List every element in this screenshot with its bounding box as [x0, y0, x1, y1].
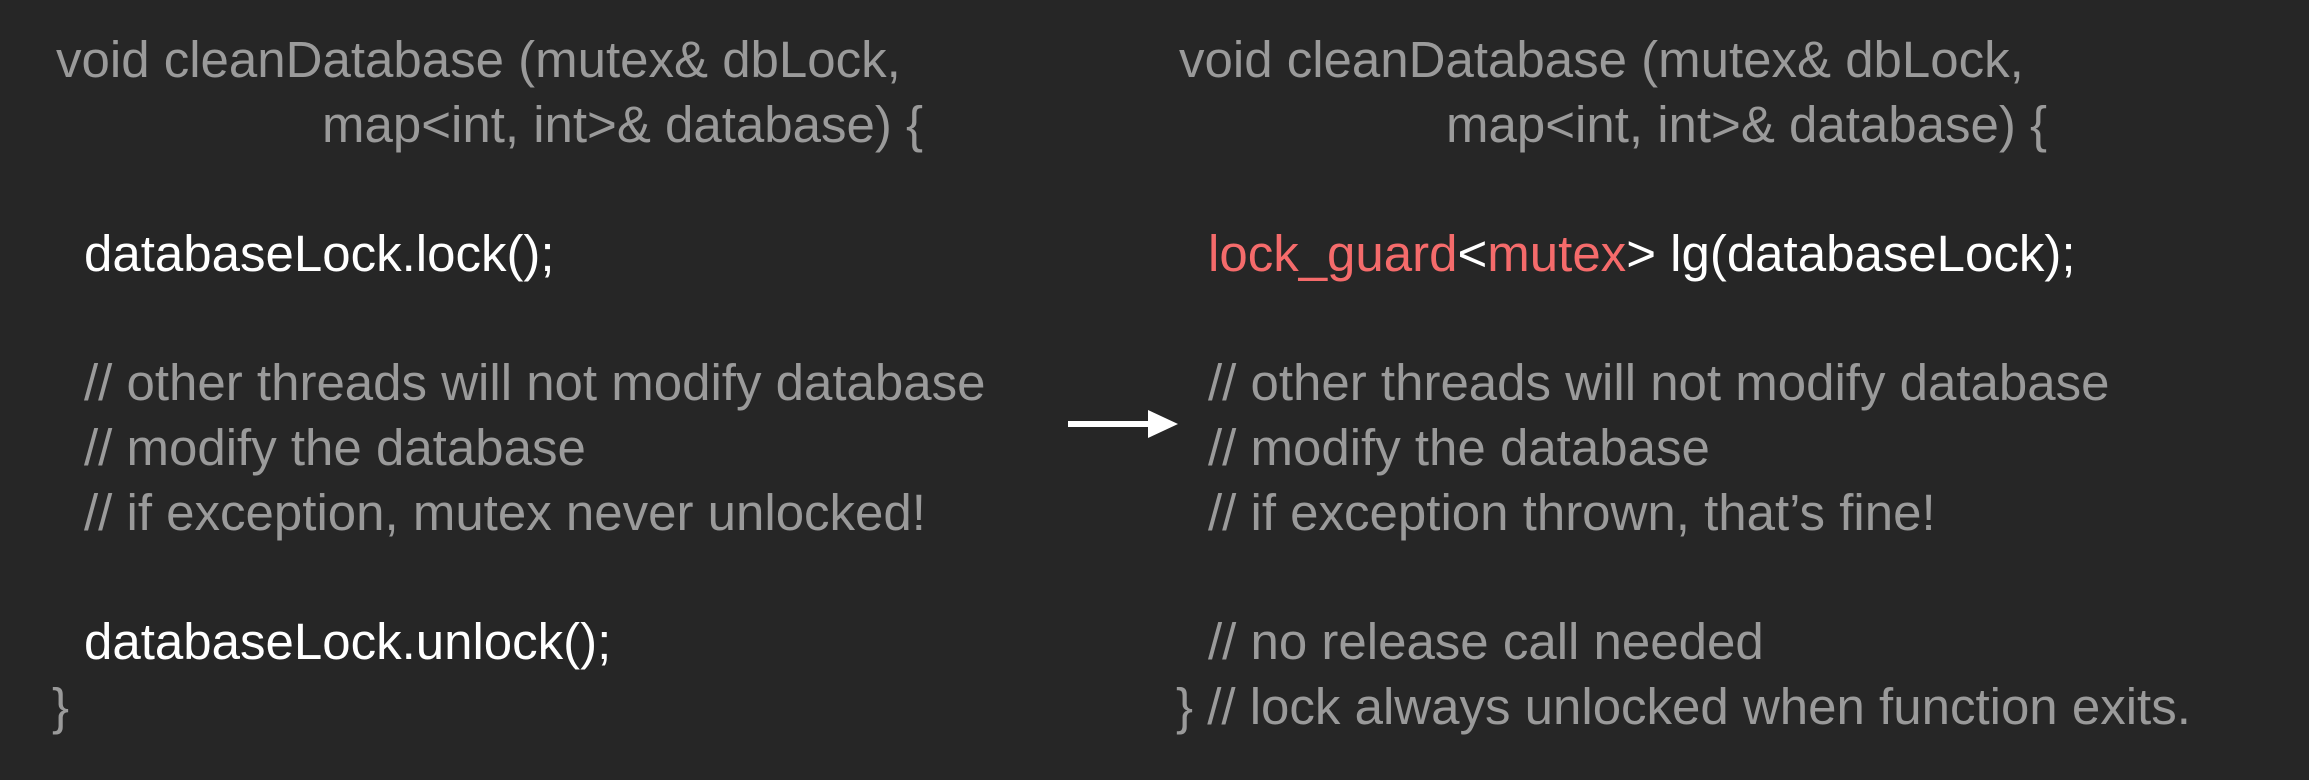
lock-guard-type: lock_guard — [1208, 225, 1458, 282]
right-signature-line-1: void cleanDatabase (mutex& dbLock, — [1179, 31, 2024, 88]
lock-guard-rest: > lg(databaseLock); — [1626, 225, 2076, 282]
lock-guard-template-param: mutex — [1487, 225, 1627, 282]
left-close-brace: } — [52, 678, 70, 735]
code-comparison-slide: void cleanDatabase (mutex& dbLock, map<i… — [0, 0, 2309, 780]
right-comment-3: // if exception thrown, that’s fine! — [1208, 484, 1936, 541]
right-close-line: } // lock always unlocked when function … — [1176, 678, 2191, 735]
template-open: < — [1457, 225, 1488, 282]
right-lock-guard-line: lock_guard<mutex> lg(databaseLock); — [1208, 224, 2076, 284]
right-comment-1: // other threads will not modify databas… — [1208, 354, 2110, 411]
left-unlock-call: databaseLock.unlock(); — [84, 613, 612, 670]
left-lock-call: databaseLock.lock(); — [84, 225, 555, 282]
right-signature-line-2: map<int, int>& database) { — [1446, 96, 2048, 153]
left-signature-line-1: void cleanDatabase (mutex& dbLock, — [56, 31, 901, 88]
left-comment-3: // if exception, mutex never unlocked! — [84, 484, 926, 541]
right-arrow-icon — [1068, 410, 1178, 438]
left-signature-line-2: map<int, int>& database) { — [322, 96, 924, 153]
right-comment-4: // no release call needed — [1208, 613, 1764, 670]
right-comment-2: // modify the database — [1208, 419, 1710, 476]
left-comment-1: // other threads will not modify databas… — [84, 354, 986, 411]
left-comment-2: // modify the database — [84, 419, 586, 476]
